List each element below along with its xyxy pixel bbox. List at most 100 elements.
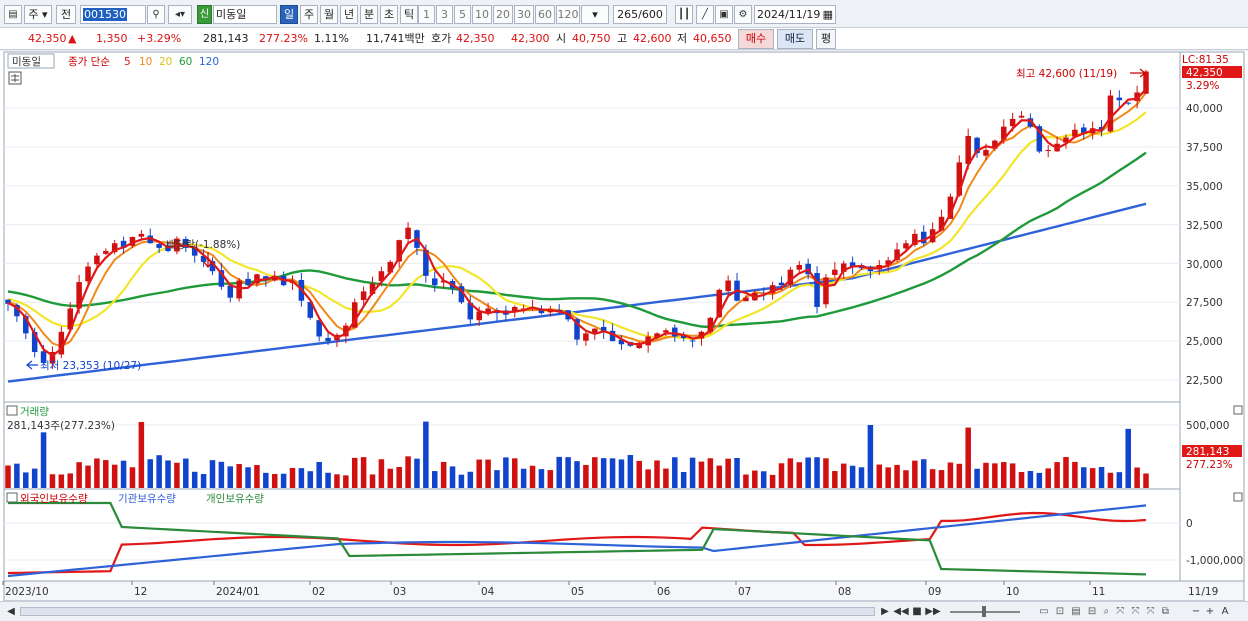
volume-bar [5, 465, 11, 488]
volume-bar [840, 463, 847, 488]
ma20-label: 20 [159, 56, 172, 68]
interval-20-button[interactable]: 20 [493, 5, 513, 24]
close-icon[interactable] [1233, 492, 1243, 502]
turnover-text: 1.11% [314, 32, 349, 45]
volume-bar [823, 458, 829, 488]
volume-bar [956, 463, 963, 488]
volume-bar [1027, 471, 1034, 488]
collapse-icon[interactable] [6, 405, 18, 416]
price-tick-label: 27,500 [1186, 297, 1223, 309]
volume-bar [307, 471, 314, 488]
save-icon[interactable]: ▣ [715, 5, 733, 24]
open-text: 40,750 [572, 32, 611, 45]
volume-bar [1134, 467, 1140, 488]
volume-bar [725, 458, 731, 488]
zoom-out-button[interactable]: − [1190, 604, 1202, 619]
volume-bar [174, 462, 180, 488]
price-text: 42,350 [28, 32, 67, 45]
interval-5-button[interactable]: 5 [454, 5, 471, 24]
interval-120-button[interactable]: 120 [556, 5, 580, 24]
period-month-button[interactable]: 월 [320, 5, 338, 24]
volume-bar [876, 464, 883, 488]
stock-name-field[interactable]: 미동일 [213, 5, 277, 24]
volume-bar [449, 466, 456, 488]
scroll-right-button[interactable]: ▶ [878, 604, 892, 619]
volume-bar [191, 471, 198, 488]
chart-window: ▤ 주 ▾ 전 001530 ⚲ ◂▾ 신 미동일 일 주 월 년 분 초 틱 … [0, 0, 1248, 621]
scroll-track[interactable] [20, 607, 875, 616]
code-input[interactable]: 001530 [80, 5, 146, 24]
chart-area[interactable]: 40,000 37,500 35,000 32,500 30,000 27,50… [0, 51, 1248, 601]
volume-bar [1072, 461, 1078, 488]
interval-dropdown[interactable]: ▾ [581, 5, 609, 24]
volume-bar [1116, 472, 1123, 488]
date-tick-label: 02 [312, 586, 325, 598]
volume-bar [858, 467, 865, 488]
period-minute-button[interactable]: 분 [360, 5, 378, 24]
zoom-in-button[interactable]: + [1204, 604, 1216, 619]
volume-bar [894, 464, 900, 488]
candle-body [245, 278, 251, 286]
volume-bar [209, 460, 216, 488]
count-field[interactable]: 265/600 [613, 5, 667, 24]
volume-bar [520, 468, 527, 488]
draw-tool-icon[interactable]: ╱ [696, 5, 714, 24]
volume-bar [600, 458, 607, 488]
period-tick-button[interactable]: 틱 [400, 5, 418, 24]
avg-button[interactable]: 평 [816, 29, 836, 49]
date-tick-label: 2023/10 [5, 586, 49, 598]
volume-bar [974, 468, 980, 488]
volume-bar [938, 470, 945, 488]
scroll-left-button[interactable]: ◀ [4, 604, 18, 619]
foreign-label: 외국인보유수량 [20, 493, 88, 505]
volume-bar [592, 457, 598, 488]
interval-30-button[interactable]: 30 [514, 5, 534, 24]
close-icon[interactable] [1233, 405, 1243, 415]
volume-bar [760, 471, 767, 488]
volume-bar [689, 457, 696, 488]
date-tick-label: 07 [738, 586, 751, 598]
interval-3-button[interactable]: 3 [436, 5, 453, 24]
ma10-label: 10 [139, 56, 152, 68]
scroll-bar[interactable]: ◀ ▶ ◀◀ ■ ▶▶ ▭ ⊡ ▤ ⊟ ⌕ ⤧ ⤧ ⤧ ⧉ − + A [0, 601, 1248, 621]
volume-pct-tag: 277.23% [1186, 459, 1233, 471]
volume-bar [627, 455, 634, 488]
rewind-button[interactable]: ◀◀ [893, 604, 909, 619]
date-field[interactable]: 2024/11/19 ▦ [754, 5, 836, 24]
period-day-button[interactable]: 일 [280, 5, 298, 24]
volume-bar [1063, 457, 1069, 488]
speaker-icon[interactable]: ◂▾ [168, 5, 192, 24]
auto-scale-button[interactable]: A [1218, 604, 1232, 619]
fast-forward-button[interactable]: ▶▶ [925, 604, 941, 619]
stop-button[interactable]: ■ [910, 604, 924, 619]
interval-60-button[interactable]: 60 [535, 5, 555, 24]
period-second-button[interactable]: 초 [380, 5, 398, 24]
volume-bar [360, 457, 367, 488]
period-year-button[interactable]: 년 [340, 5, 358, 24]
search-icon[interactable]: ⚲ [147, 5, 165, 24]
date-tick-label: 06 [657, 586, 671, 598]
zoom-slider-handle[interactable] [982, 606, 986, 617]
volume-bar [280, 473, 287, 488]
prev-button[interactable]: 전 [56, 5, 76, 24]
sell-button[interactable]: 매도 [777, 29, 813, 49]
volume-bar [218, 461, 225, 488]
buy-button[interactable]: 매수 [738, 29, 774, 49]
date-tick-label: 11/19 [1188, 586, 1218, 598]
candle-body [1018, 115, 1025, 118]
volume-tag: 281,143 [1186, 446, 1229, 458]
price-tick-label: 37,500 [1186, 142, 1223, 154]
candle-body [965, 135, 971, 164]
interval-10-button[interactable]: 10 [472, 5, 492, 24]
collapse-icon[interactable] [6, 492, 18, 503]
period-week-button[interactable]: 주 [300, 5, 318, 24]
volume-bar [698, 461, 705, 488]
tool-icons[interactable]: ▭ ⊡ ▤ ⊟ ⌕ ⤧ ⤧ ⤧ ⧉ [1030, 604, 1180, 619]
volume-bar [512, 458, 518, 488]
gear-icon[interactable]: ⚙ [734, 5, 752, 24]
market-select[interactable]: 주 ▾ [24, 5, 52, 24]
interval-1-button[interactable]: 1 [418, 5, 435, 24]
layout-icon[interactable]: ▤ [4, 5, 22, 24]
candle-type-icon[interactable]: ┃┃ [675, 5, 693, 24]
volume-bar [1089, 468, 1096, 488]
